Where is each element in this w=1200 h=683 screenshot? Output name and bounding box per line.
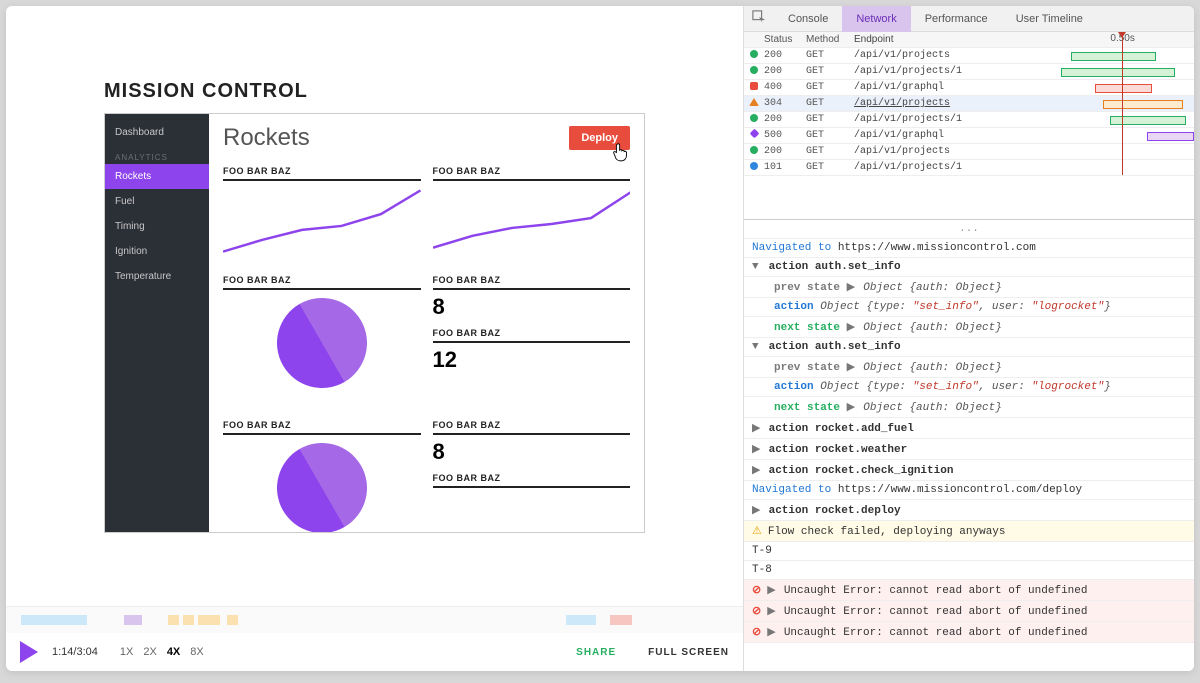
log-line[interactable]: ▶ action rocket.add_fuel [744,418,1194,439]
console-log[interactable]: ...Navigated to https://www.missioncontr… [744,220,1194,671]
tab-user-timeline[interactable]: User Timeline [1002,6,1097,32]
metric-value: 12 [433,343,631,375]
network-table: Status Method Endpoint 0.50s 200GET/api/… [744,32,1194,220]
log-line[interactable]: Flow check failed, deploying anyways [744,521,1194,542]
app-sidebar: Dashboard ANALYTICS Rockets Fuel Timing … [105,114,209,532]
share-button[interactable]: SHARE [576,647,616,658]
panel-label: FOO BAR BAZ [433,322,631,343]
log-line[interactable]: action Object {type: "set_info", user: "… [744,378,1194,397]
scrub-bar[interactable] [6,607,743,633]
sidebar-item-rockets[interactable]: Rockets [105,164,209,189]
log-line[interactable]: ▶ action rocket.check_ignition [744,460,1194,481]
line-chart [433,181,631,263]
line-chart [223,181,421,263]
speed-2x[interactable]: 2X [143,646,156,658]
network-row[interactable]: 200GET/api/v1/projects [744,144,1194,160]
panel-label: FOO BAR BAZ [223,414,421,435]
panel-label: FOO BAR BAZ [433,414,631,435]
network-row[interactable]: 500GET/api/v1/graphql [744,128,1194,144]
speed-8x[interactable]: 8X [190,646,203,658]
log-line[interactable]: T-8 [744,561,1194,580]
session-replay-panel: MISSION CONTROL Dashboard ANALYTICS Rock… [6,6,744,671]
log-line[interactable]: ▶ action rocket.weather [744,439,1194,460]
log-line[interactable]: ▶ Uncaught Error: cannot read abort of u… [744,622,1194,643]
log-line[interactable]: next state ▶ Object {auth: Object} [744,397,1194,418]
element-picker-icon[interactable] [744,10,774,28]
col-waterfall: 0.50s [1004,33,1194,47]
network-header-row: Status Method Endpoint 0.50s [744,32,1194,48]
metric-value: 8 [433,435,631,467]
speed-1x[interactable]: 1X [120,646,133,658]
speed-selector: 1X 2X 4X 8X [120,646,204,658]
page-heading: Rockets [223,124,310,152]
log-line[interactable]: action Object {type: "set_info", user: "… [744,298,1194,317]
log-line[interactable]: Navigated to https://www.missioncontrol.… [744,239,1194,258]
network-row[interactable]: 200GET/api/v1/projects/1 [744,64,1194,80]
col-endpoint[interactable]: Endpoint [854,34,1004,45]
panel-label: FOO BAR BAZ [433,269,631,290]
sidebar-item-fuel[interactable]: Fuel [105,189,209,214]
pie-chart [223,443,421,532]
deploy-button[interactable]: Deploy [569,126,630,150]
network-row[interactable]: 400GET/api/v1/graphql [744,80,1194,96]
app-title: MISSION CONTROL [104,80,725,103]
log-line[interactable]: ▼ action auth.set_info [744,338,1194,357]
cursor-hand-icon [610,141,632,166]
log-line[interactable]: T-9 [744,542,1194,561]
panel-label: FOO BAR BAZ [433,467,631,488]
log-line[interactable]: ▶ action rocket.deploy [744,500,1194,521]
pie-chart [223,298,421,408]
app-viewport: MISSION CONTROL Dashboard ANALYTICS Rock… [6,6,743,606]
fullscreen-button[interactable]: FULL SCREEN [648,647,729,658]
playback-time: 1:14/3:04 [52,646,98,658]
log-line[interactable]: ▶ Uncaught Error: cannot read abort of u… [744,601,1194,622]
log-line[interactable]: Navigated to https://www.missioncontrol.… [744,481,1194,500]
metric-value: 8 [433,290,631,322]
col-method[interactable]: Method [806,34,854,45]
log-line[interactable]: ▼ action auth.set_info [744,258,1194,277]
sidebar-item-timing[interactable]: Timing [105,214,209,239]
speed-4x[interactable]: 4X [167,646,180,658]
recorded-app: Dashboard ANALYTICS Rockets Fuel Timing … [104,113,645,533]
sidebar-item-ignition[interactable]: Ignition [105,239,209,264]
network-row[interactable]: 200GET/api/v1/projects/1 [744,112,1194,128]
log-line[interactable]: prev state ▶ Object {auth: Object} [744,277,1194,298]
sidebar-item-dashboard[interactable]: Dashboard [105,120,209,145]
panel-label: FOO BAR BAZ [433,160,631,181]
log-line[interactable]: prev state ▶ Object {auth: Object} [744,357,1194,378]
tab-network[interactable]: Network [842,6,910,32]
tab-performance[interactable]: Performance [911,6,1002,32]
network-row[interactable]: 304GET/api/v1/projects [744,96,1194,112]
network-row[interactable]: 101GET/api/v1/projects/1 [744,160,1194,176]
devtools-tabs: Console Network Performance User Timelin… [744,6,1194,32]
col-status[interactable]: Status [764,34,806,45]
playback-timeline: 1:14/3:04 1X 2X 4X 8X SHARE FULL SCREEN [6,606,743,671]
log-line[interactable]: ... [744,220,1194,239]
panel-label: FOO BAR BAZ [223,160,421,181]
network-row[interactable]: 200GET/api/v1/projects [744,48,1194,64]
sidebar-section-header: ANALYTICS [105,145,209,164]
panel-label: FOO BAR BAZ [223,269,421,290]
tab-console[interactable]: Console [774,6,842,32]
log-line[interactable]: next state ▶ Object {auth: Object} [744,317,1194,338]
devtools-panel: Console Network Performance User Timelin… [744,6,1194,671]
sidebar-item-temperature[interactable]: Temperature [105,264,209,289]
log-line[interactable]: ▶ Uncaught Error: cannot read abort of u… [744,580,1194,601]
play-button[interactable] [20,641,38,663]
app-main: Rockets Deploy FOO BAR BAZ [209,114,644,532]
